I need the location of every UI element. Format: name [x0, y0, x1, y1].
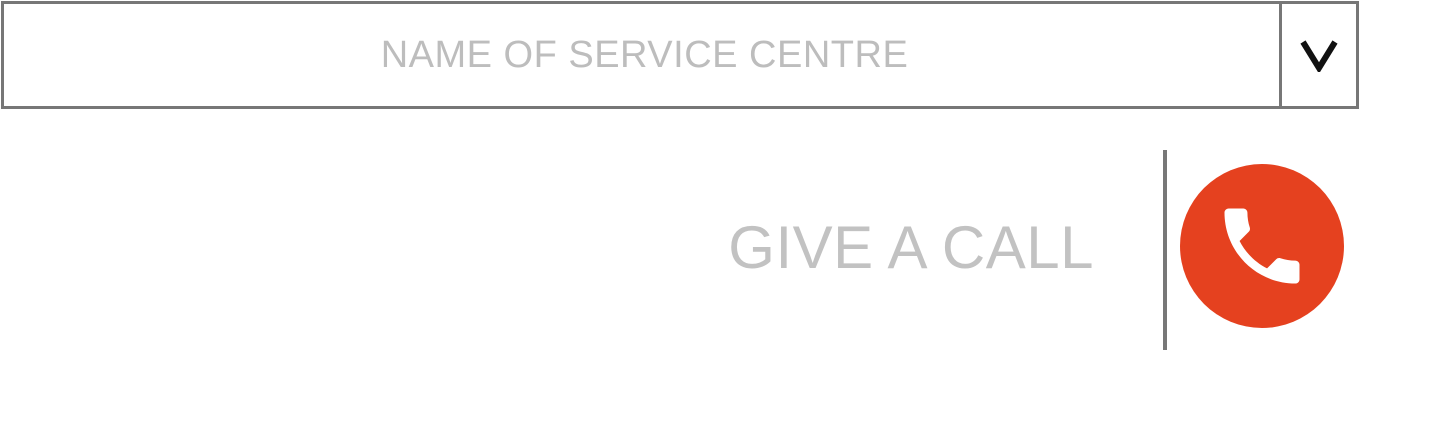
give-a-call-label: GIVE A CALL: [728, 214, 1094, 281]
divider: [1163, 150, 1167, 350]
call-button[interactable]: [1180, 164, 1344, 328]
service-centre-placeholder: NAME OF SERVICE CENTRE: [380, 33, 909, 76]
phone-icon: [1212, 196, 1312, 296]
service-centre-select[interactable]: NAME OF SERVICE CENTRE: [1, 1, 1359, 109]
select-toggle-button[interactable]: [1279, 4, 1356, 106]
chevron-down-icon: [1299, 38, 1339, 72]
